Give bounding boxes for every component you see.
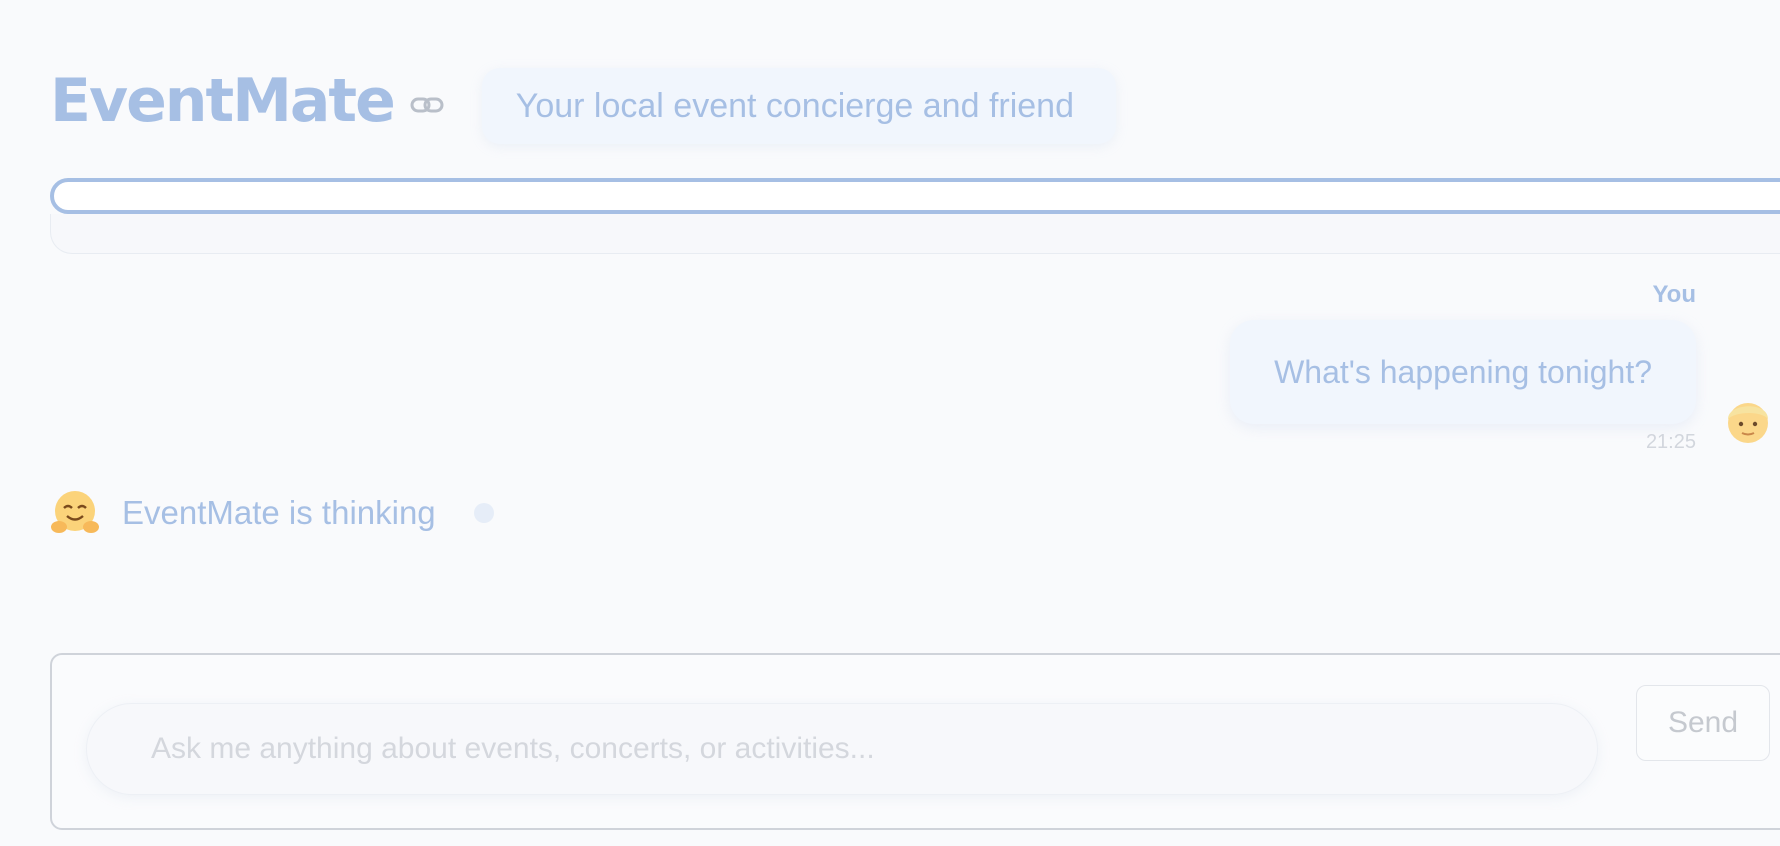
header: EventMate Your local event concierge and… xyxy=(50,56,1116,146)
bot-avatar-graphic xyxy=(51,491,99,533)
person-emoji-icon xyxy=(1722,393,1774,447)
send-button[interactable]: Send xyxy=(1636,685,1770,761)
bot-status-row: EventMate is thinking xyxy=(50,488,494,538)
tagline-badge: Your local event concierge and friend xyxy=(481,68,1116,144)
message-timestamp: 21:25 xyxy=(1645,431,1696,453)
hugging-face-emoji-icon xyxy=(50,489,100,537)
message-sender-label: You xyxy=(1652,281,1696,308)
user-message-bubble: What's happening tonight? xyxy=(1230,320,1696,424)
thinking-status-text: EventMate is thinking xyxy=(122,494,436,531)
eventmate-app: EventMate Your local event concierge and… xyxy=(0,0,1780,846)
message-input[interactable] xyxy=(86,703,1598,795)
progress-bar xyxy=(50,178,1780,214)
link-icon-graphic xyxy=(410,97,444,113)
message-composer: Send xyxy=(50,653,1780,830)
typing-indicator-dot xyxy=(473,503,494,523)
progress-bar-shadow xyxy=(50,214,1780,254)
link-icon[interactable] xyxy=(410,94,444,116)
app-title: EventMate xyxy=(50,66,396,136)
person-avatar-graphic xyxy=(1728,403,1768,443)
